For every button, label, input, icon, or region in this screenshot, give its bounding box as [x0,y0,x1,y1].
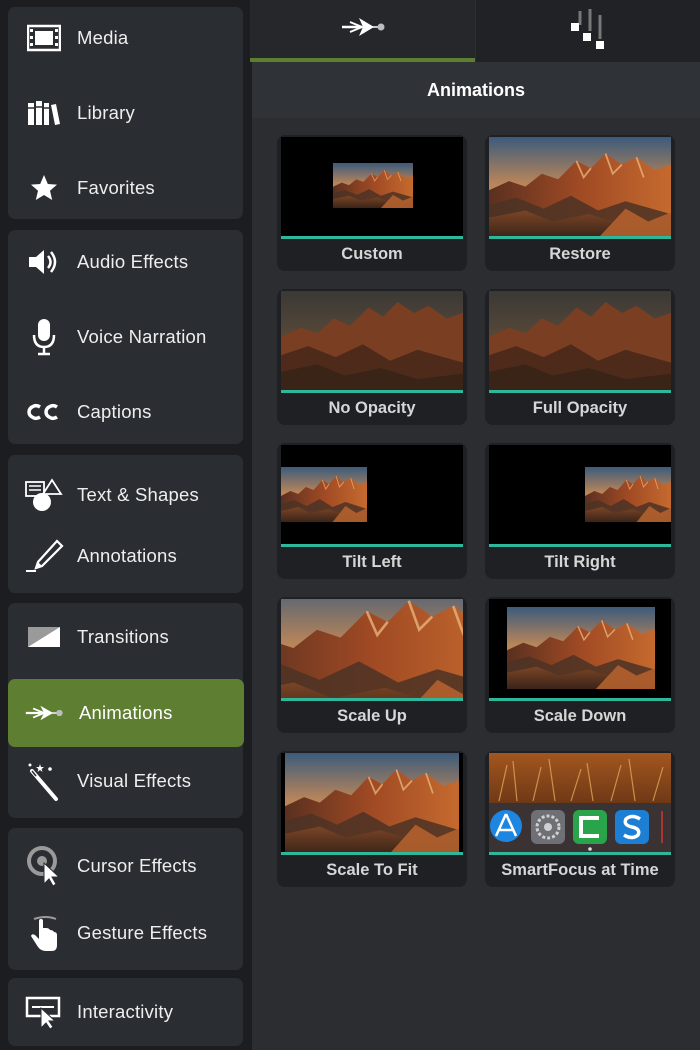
sidebar-item-text-shapes[interactable]: Text & Shapes [8,465,243,525]
sidebar-group-media: Media Library Favorites [8,7,243,219]
animation-card-smartfocus-at-time[interactable]: SmartFocus at Time [485,751,675,887]
gesture-hand-icon [24,913,64,953]
sidebar-item-label: Annotations [77,545,177,566]
library-books-icon [24,93,64,133]
thumbnail [281,137,463,238]
card-label: SmartFocus at Time [501,861,659,879]
thumbnail [281,599,463,700]
sidebar-item-label: Library [77,102,135,123]
thumbnail [489,599,671,700]
sidebar-item-annotations[interactable]: Annotations [8,526,243,586]
text-shapes-icon [24,475,64,515]
sidebar-item-label: Media [77,27,129,48]
thumbnail [489,445,671,546]
card-accent-bar [281,544,463,547]
animation-card-tilt-right[interactable]: Tilt Right [485,443,675,579]
sidebar-item-library[interactable]: Library [8,83,243,143]
thumbnail [281,753,463,854]
card-accent-bar [281,852,463,855]
sidebar-item-interactivity[interactable]: Interactivity [8,982,243,1042]
tab-animations[interactable] [250,0,475,62]
card-label: Restore [549,245,611,263]
sidebar-item-visual-effects[interactable]: Visual Effects [8,751,243,811]
sidebar-item-cursor-effects[interactable]: Cursor Effects [8,836,243,896]
sidebar-item-label: Voice Narration [77,326,207,347]
animation-card-scale-to-fit[interactable]: Scale To Fit [277,751,467,887]
cc-icon [24,392,64,432]
animation-card-scale-down[interactable]: Scale Down [485,597,675,733]
sidebar-item-label: Audio Effects [77,251,189,272]
star-icon [24,168,64,208]
card-label: Scale Down [533,707,627,725]
sidebar-group-text: Text & Shapes Annotations [8,455,243,593]
transition-icon [24,617,64,657]
animation-card-restore[interactable]: Restore [485,135,675,271]
sidebar-group-audio: Audio Effects Voice Narration Captions [8,230,243,444]
card-label: Full Opacity [532,399,628,417]
card-label: Scale To Fit [326,861,418,879]
panel-title: Animations [252,62,700,118]
card-accent-bar [489,544,671,547]
card-accent-bar [489,390,671,393]
sidebar-item-label: Animations [79,702,173,723]
sidebar-item-label: Text & Shapes [77,484,199,505]
sidebar-group-interactivity: Interactivity [8,978,243,1046]
thumbnail [489,291,671,392]
card-accent-bar [281,236,463,239]
magic-wand-icon [24,761,64,801]
card-accent-bar [281,698,463,701]
tab-behaviors[interactable] [476,0,700,62]
thumbnail [489,137,671,238]
card-label: Scale Up [337,707,407,725]
sidebar-item-label: Captions [77,401,152,422]
sidebar: Media Library Favorites Audio Effects Vo… [0,0,250,1050]
card-accent-bar [489,698,671,701]
sidebar-item-media[interactable]: Media [8,8,243,68]
animation-arrow-icon [24,693,64,733]
sidebar-item-label: Visual Effects [77,770,192,791]
card-label: Tilt Right [544,553,616,571]
interactivity-icon [24,992,64,1032]
card-accent-bar [489,236,671,239]
sidebar-item-transitions[interactable]: Transitions [8,607,243,667]
pen-icon [24,536,64,576]
card-label: Tilt Left [342,553,402,571]
animation-card-full-opacity[interactable]: Full Opacity [485,289,675,425]
sidebar-item-audio-effects[interactable]: Audio Effects [8,232,243,292]
animations-grid: Custom Restore No Opacity Full Opacity T… [252,118,700,1050]
thumbnail [281,445,463,546]
animation-card-scale-up[interactable]: Scale Up [277,597,467,733]
sidebar-item-label: Interactivity [77,1001,174,1022]
sidebar-item-voice-narration[interactable]: Voice Narration [8,307,243,367]
animation-card-no-opacity[interactable]: No Opacity [277,289,467,425]
sidebar-item-label: Cursor Effects [77,855,197,876]
sidebar-item-label: Gesture Effects [77,922,208,943]
sidebar-item-animations[interactable]: Animations [8,679,244,747]
animation-card-custom[interactable]: Custom [277,135,467,271]
sidebar-item-label: Transitions [77,626,169,647]
behaviors-icon [568,7,608,56]
sidebar-item-gesture-effects[interactable]: Gesture Effects [8,903,243,963]
speaker-icon [24,242,64,282]
sidebar-item-captions[interactable]: Captions [8,382,243,442]
panel-tabs [250,0,700,62]
sidebar-item-favorites[interactable]: Favorites [8,158,243,218]
sidebar-group-cursor: Cursor Effects Gesture Effects [8,828,243,970]
card-label: Custom [341,245,403,263]
sidebar-item-label: Favorites [77,177,155,198]
thumbnail [281,291,463,392]
card-accent-bar [489,852,671,855]
microphone-icon [24,317,64,357]
cursor-effect-icon [24,846,64,886]
card-label: No Opacity [328,399,416,417]
card-accent-bar [281,390,463,393]
animation-arrow-icon [340,14,386,45]
thumbnail [489,753,671,854]
animation-card-tilt-left[interactable]: Tilt Left [277,443,467,579]
sidebar-group-effects: Transitions Animations Visual Effects [8,603,244,818]
film-icon [24,18,64,58]
